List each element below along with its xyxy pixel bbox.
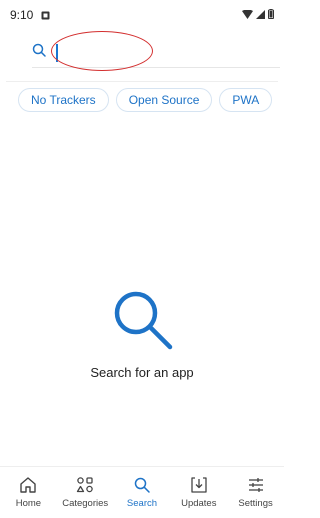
chip-no-trackers[interactable]: No Trackers xyxy=(18,88,109,112)
nav-search-label: Search xyxy=(126,498,158,509)
nav-categories-label: Categories xyxy=(62,498,109,509)
search-divider xyxy=(6,81,278,82)
updates-icon xyxy=(190,476,208,494)
bottom-nav: Home Categories Search Updates Settings xyxy=(0,466,284,518)
nav-settings[interactable]: Settings xyxy=(228,476,284,509)
status-right xyxy=(242,8,274,22)
categories-icon xyxy=(76,476,94,494)
annotation-highlight-ellipse xyxy=(51,31,153,71)
nav-categories[interactable]: Categories xyxy=(57,476,113,509)
settings-icon xyxy=(247,476,265,494)
nav-home[interactable]: Home xyxy=(0,476,56,509)
nav-settings-label: Settings xyxy=(238,498,273,509)
search-icon xyxy=(133,476,151,494)
search-icon xyxy=(32,43,46,62)
chip-pwa[interactable]: PWA xyxy=(219,88,273,112)
nav-home-label: Home xyxy=(15,498,42,509)
status-time: 9:10 xyxy=(10,8,34,22)
empty-state: Search for an app xyxy=(0,285,284,380)
empty-state-message: Search for an app xyxy=(90,365,194,380)
status-left: 9:10 xyxy=(10,8,50,22)
nav-updates[interactable]: Updates xyxy=(171,476,227,509)
signal-icon xyxy=(256,8,265,22)
chip-open-source[interactable]: Open Source xyxy=(115,88,213,112)
battery-icon xyxy=(268,8,274,22)
notification-icon xyxy=(41,11,50,20)
nav-updates-label: Updates xyxy=(181,498,217,509)
status-bar: 9:10 xyxy=(0,0,284,30)
empty-state-search-icon xyxy=(0,285,284,353)
wifi-icon xyxy=(242,8,253,22)
home-icon xyxy=(19,476,37,494)
filter-chips: No Trackers Open Source PWA xyxy=(18,88,273,112)
nav-search[interactable]: Search xyxy=(114,476,170,509)
